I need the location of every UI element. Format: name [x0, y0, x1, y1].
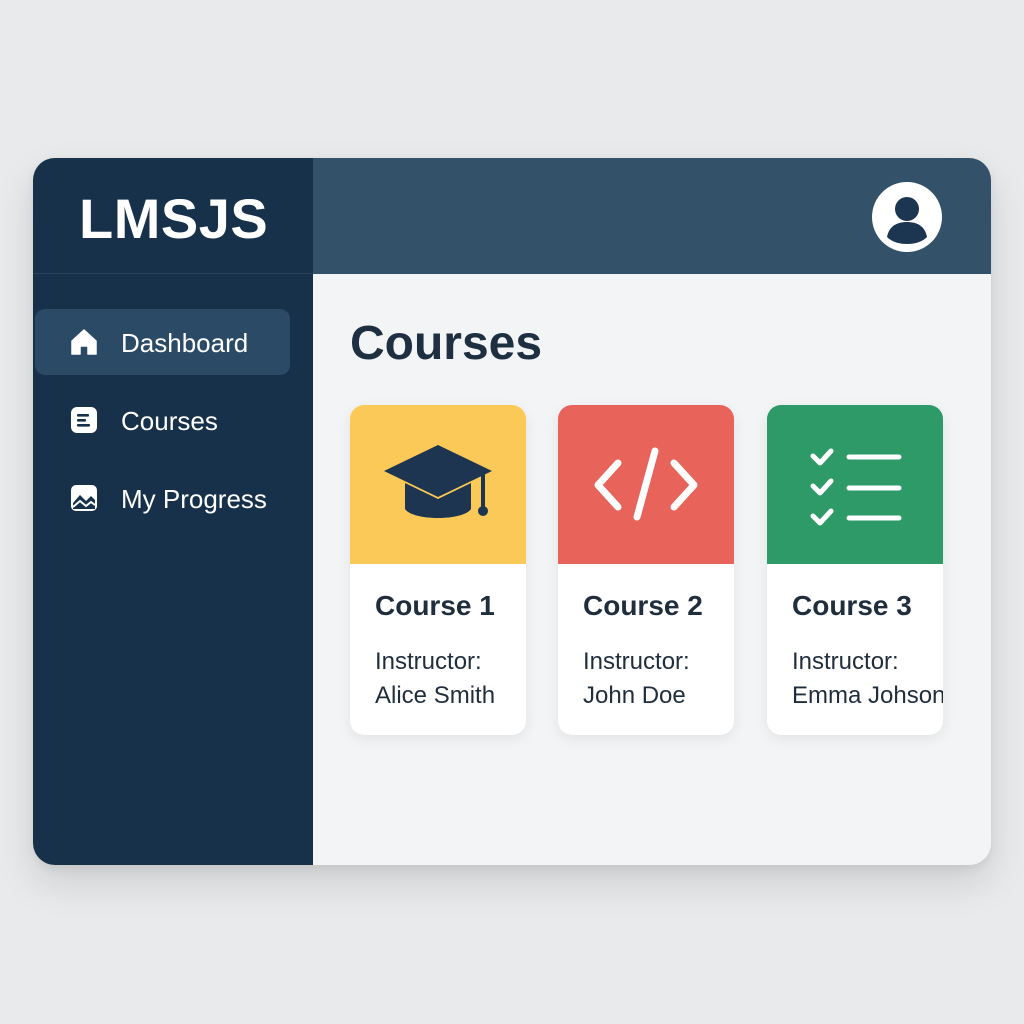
sidebar-item-label: Dashboard — [121, 328, 249, 358]
sidebar-item-courses[interactable]: Courses — [35, 387, 290, 453]
main-content: Courses Course 1 Instructor: Alice Smith — [313, 274, 991, 865]
course-banner — [558, 405, 734, 564]
brand-header: LMSJS — [33, 158, 313, 274]
code-icon — [594, 447, 698, 521]
app-window: LMSJS Dashboard Courses My Progress Cour… — [33, 158, 991, 865]
instructor-label: Instructor: — [583, 648, 690, 675]
course-card[interactable]: Course 3 Instructor: Emma Johson — [767, 405, 943, 735]
checklist-icon — [810, 448, 902, 526]
instructor-name: Alice Smith — [375, 682, 496, 709]
sidebar: LMSJS Dashboard Courses My Progress — [33, 158, 313, 865]
brand-logo-text[interactable]: LMSJS — [79, 186, 268, 252]
course-title: Course 3 — [792, 590, 912, 621]
user-avatar-icon[interactable] — [872, 182, 942, 252]
home-icon — [71, 329, 97, 355]
course-title: Course 2 — [583, 590, 703, 621]
course-banner — [767, 405, 943, 564]
sidebar-item-dashboard[interactable]: Dashboard — [35, 309, 290, 375]
course-card[interactable]: Course 1 Instructor: Alice Smith — [350, 405, 526, 735]
course-instructor: Instructor: John Doe — [583, 645, 690, 713]
graduation-cap-icon — [384, 445, 492, 518]
instructor-label: Instructor: — [375, 648, 482, 675]
page-title: Courses — [350, 317, 543, 370]
course-instructor: Instructor: Alice Smith — [375, 645, 495, 713]
document-icon — [71, 407, 97, 433]
instructor-label: Instructor: — [792, 648, 899, 675]
chart-icon — [71, 485, 97, 511]
course-instructor: Instructor: Emma Johson — [792, 645, 943, 713]
sidebar-item-label: My Progress — [121, 484, 267, 514]
top-bar — [313, 158, 991, 274]
course-title: Course 1 — [375, 590, 495, 621]
sidebar-item-label: Courses — [121, 406, 218, 436]
instructor-name: John Doe — [583, 682, 686, 709]
sidebar-item-my-progress[interactable]: My Progress — [35, 465, 290, 531]
course-card[interactable]: Course 2 Instructor: John Doe — [558, 405, 734, 735]
instructor-name: Emma Johson — [792, 682, 943, 709]
course-banner — [350, 405, 526, 564]
